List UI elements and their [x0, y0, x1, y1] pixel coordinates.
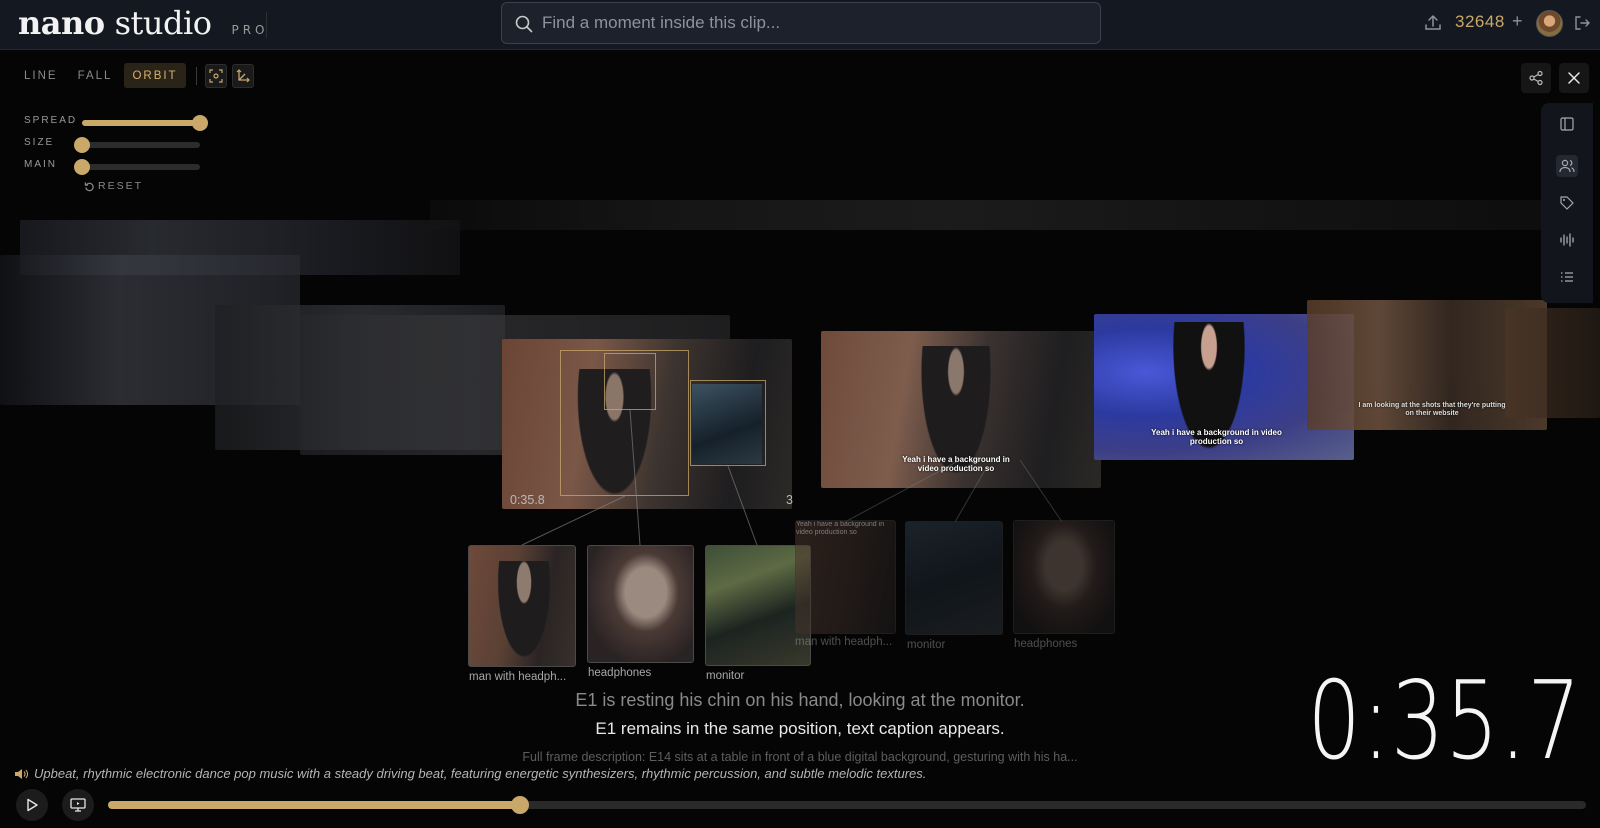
layout-sliders: SPREAD SIZE MAIN [24, 112, 209, 178]
object-label: man with headph... [795, 636, 893, 648]
screen-icon [70, 798, 86, 812]
app-logo[interactable]: nano studio PRO [18, 4, 269, 44]
mode-line-button[interactable]: LINE [16, 63, 66, 88]
play-icon [27, 798, 38, 812]
slider-thumb[interactable] [74, 159, 90, 175]
slider-thumb[interactable] [74, 137, 90, 153]
search-box[interactable] [501, 2, 1101, 44]
audio-icon [15, 768, 28, 779]
rail-tags-button[interactable] [1556, 192, 1578, 214]
tag-icon [1560, 196, 1574, 210]
add-credits-button[interactable]: + [1512, 11, 1523, 32]
share-button[interactable] [1521, 63, 1551, 93]
logout-icon[interactable] [1573, 14, 1591, 32]
timeline-handle[interactable] [511, 796, 530, 814]
mode-orbit-button[interactable]: ORBIT [124, 63, 186, 88]
side-panel-rail [1541, 103, 1593, 303]
close-button[interactable] [1559, 63, 1589, 93]
slider-track[interactable] [82, 115, 208, 131]
object-thumbnail[interactable] [468, 545, 576, 667]
top-bar: nano studio PRO 32648 + [0, 0, 1600, 50]
credits-count: 32648 [1455, 12, 1505, 31]
mode-fall-button[interactable]: FALL [70, 63, 121, 88]
search-icon [515, 15, 533, 33]
upload-icon[interactable] [1423, 13, 1443, 33]
slider-track[interactable] [74, 159, 200, 175]
divider [266, 12, 267, 38]
logo-name-bold: nano [18, 4, 105, 42]
focus-tool-button[interactable] [204, 63, 227, 88]
frame-caption: Yeah i have a background in video produc… [796, 521, 885, 536]
play-button[interactable] [16, 789, 48, 821]
music-text: Upbeat, rhythmic electronic dance pop mu… [34, 766, 927, 781]
main-slider[interactable]: MAIN [24, 156, 209, 178]
rail-panel-button[interactable] [1556, 113, 1578, 135]
list-icon [1561, 272, 1573, 282]
view-mode-toolbar: LINE FALL ORBIT [16, 63, 259, 88]
rail-list-button[interactable] [1556, 266, 1578, 288]
close-icon [1568, 72, 1580, 84]
object-thumbnail[interactable] [587, 545, 694, 663]
slider-thumb[interactable] [192, 115, 208, 131]
search-input[interactable] [542, 3, 1092, 43]
slider-fill [82, 120, 200, 126]
reset-label: RESET [98, 180, 144, 192]
panel-icon [1560, 117, 1574, 131]
timeline-progress-fill [108, 801, 521, 809]
focus-icon [208, 68, 223, 83]
tier-badge: PRO [231, 23, 269, 37]
slider-track[interactable] [74, 137, 200, 153]
object-thumbnail[interactable] [905, 521, 1003, 635]
slider-label: SPREAD [24, 115, 78, 126]
screen-mode-button[interactable] [62, 789, 94, 821]
object-label: monitor [706, 670, 745, 682]
people-icon [1559, 159, 1575, 173]
divider [195, 66, 197, 85]
reset-icon [84, 181, 94, 191]
object-label: man with headph... [469, 671, 567, 683]
current-timecode: 0:35.7 [1307, 659, 1582, 784]
rail-audio-button[interactable] [1556, 229, 1578, 251]
object-label: headphones [1014, 638, 1078, 650]
waveform-icon [1560, 233, 1574, 247]
object-thumbnail[interactable]: Yeah i have a background in video produc… [795, 520, 896, 634]
object-label: headphones [588, 667, 652, 679]
avatar[interactable] [1536, 10, 1563, 37]
orbit-scene[interactable]: 0:35.8 3 Yeah i have a background in vid… [0, 50, 1600, 750]
axis-icon [236, 68, 250, 82]
slider-label: MAIN [24, 159, 57, 170]
size-slider[interactable]: SIZE [24, 134, 209, 156]
person-shape [494, 561, 554, 666]
share-icon [1529, 70, 1543, 86]
spread-slider[interactable]: SPREAD [24, 112, 209, 134]
rail-people-button[interactable] [1556, 155, 1578, 177]
reset-button[interactable]: RESET [84, 180, 143, 192]
object-thumbnail[interactable] [1013, 520, 1115, 634]
music-description: Upbeat, rhythmic electronic dance pop mu… [14, 766, 926, 781]
logo-name-light: studio [114, 4, 212, 42]
object-label: monitor [907, 639, 946, 651]
slider-label: SIZE [24, 137, 55, 148]
timeline-scrubber[interactable] [108, 796, 1586, 814]
axis-tool-button[interactable] [231, 63, 254, 88]
